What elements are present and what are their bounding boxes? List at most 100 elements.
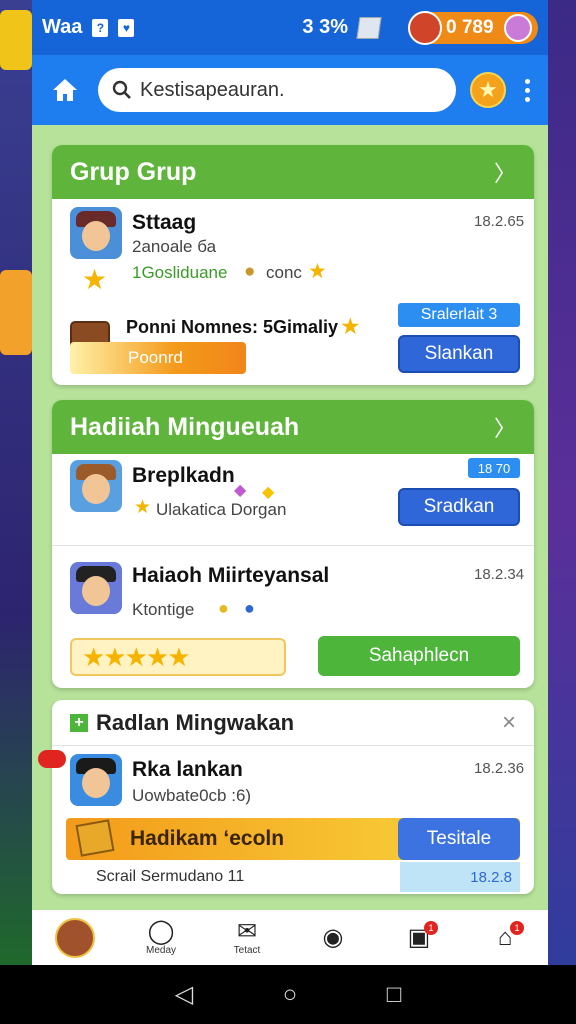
- gem-icon: ◆: [234, 482, 247, 499]
- item-subtitle: Ulakatica Dorgan: [156, 500, 287, 519]
- section-header[interactable]: Hadiiah Mingueuah 〉: [52, 400, 534, 454]
- divider: [52, 545, 534, 546]
- avatar: [70, 562, 122, 614]
- reward-text: Ponni Nomnes: 5Gimaliy: [126, 317, 339, 337]
- reward-progress-bar: Poonrd: [70, 342, 246, 374]
- star-icon: ★: [82, 264, 108, 295]
- status-box-icon: ?: [92, 18, 109, 37]
- status-text: Waa: [42, 16, 83, 38]
- nav-item-calendar[interactable]: ▣ 1: [376, 920, 462, 951]
- avatar[interactable]: [504, 13, 532, 42]
- notification-badge: 1: [510, 920, 524, 935]
- footer-text: Scrail Sermudano 11: [96, 868, 245, 885]
- glass-icon: [356, 16, 382, 39]
- nav-label: Meday: [145, 945, 176, 956]
- nav-item-camera[interactable]: ◉: [290, 923, 376, 951]
- item-name: Breplkadn: [132, 464, 235, 487]
- section-radlan: + Radlan Mingwakan × Rka lankan 18.2.36 …: [52, 700, 534, 894]
- kebab-icon[interactable]: [520, 78, 534, 102]
- avatar: [70, 754, 122, 806]
- star-icon: ★: [478, 77, 498, 102]
- avatar: [70, 460, 122, 512]
- plus-icon: +: [70, 713, 88, 732]
- recents-icon[interactable]: □: [387, 981, 402, 1009]
- item-time: 18.2.36: [474, 760, 525, 777]
- coin-text: conc: [266, 263, 302, 282]
- item-subtitle: 2anoale ба: [132, 237, 217, 256]
- claim-button[interactable]: Sahaphlecn: [318, 636, 520, 676]
- claim-button[interactable]: Slankan: [398, 335, 520, 373]
- section-title: Radlan Mingwakan: [96, 709, 295, 735]
- mail-icon: ✉: [236, 918, 258, 945]
- coin-value: 0 789: [446, 16, 494, 38]
- item-time: 18.2.65: [474, 213, 525, 230]
- claim-button[interactable]: Tesitale: [398, 818, 520, 860]
- status-badge: 18 70: [468, 458, 520, 478]
- star-icon: ★★★★★: [82, 641, 191, 672]
- back-icon[interactable]: ◁: [175, 980, 193, 1009]
- search-input[interactable]: Kestisapeauran.: [98, 68, 456, 112]
- background-left-edge: [0, 0, 32, 1024]
- footer-value: 18.2.8: [400, 862, 520, 892]
- item-time: 18.2.34: [474, 566, 525, 583]
- gem-icon: ◆: [262, 484, 275, 501]
- home-icon: [53, 79, 77, 101]
- background-app-tile: [0, 10, 32, 70]
- search-icon: [112, 80, 131, 99]
- heart-icon: ♥: [118, 18, 135, 37]
- background-app-tile: [0, 270, 32, 355]
- notification-dot: [38, 750, 66, 768]
- section-header[interactable]: Grup Grup 〉: [52, 145, 534, 199]
- bottom-nav: ◯ Meday ✉ Tetact ◉ ▣ 1 ⌂ 1: [32, 910, 548, 965]
- status-badge: Sralerlait 3: [398, 303, 520, 327]
- chevron-right-icon: 〉: [493, 416, 516, 441]
- section-title: Hadiiah Mingueuah: [70, 412, 300, 441]
- coin-icon: ●: [244, 261, 256, 282]
- info-icon: ●: [244, 598, 255, 618]
- item-subtitle: Uowbate0cb :6): [132, 786, 252, 805]
- claim-button[interactable]: Sradkan: [398, 488, 520, 526]
- item-name: Haiaoh Miirteyansal: [132, 564, 330, 587]
- notification-badge: 1: [424, 920, 438, 935]
- camera-icon: ◉: [322, 923, 344, 951]
- coin-icon: ●: [218, 598, 229, 618]
- app-window: Waa ? ♥ 3 3% 0 789 Kestisapeauran. ★ Gru…: [32, 0, 548, 965]
- system-navigation-bar: ◁ ○ □: [0, 965, 576, 1024]
- star-icon: ★: [134, 497, 152, 518]
- banner-text: Hadikam ‘ecoln: [130, 827, 285, 850]
- close-icon[interactable]: ×: [502, 709, 516, 737]
- status-bar: Waa ? ♥ 3 3% 0 789: [32, 0, 548, 55]
- favorites-button[interactable]: ★: [470, 72, 506, 108]
- coin-balance[interactable]: 0 789: [408, 10, 538, 45]
- toolbar: Kestisapeauran. ★: [32, 55, 548, 125]
- nav-item-store[interactable]: ⌂ 1: [462, 920, 548, 951]
- nav-label: Tetact: [233, 945, 261, 956]
- nav-item-meday[interactable]: ◯ Meday: [118, 918, 204, 957]
- avatar: [70, 207, 122, 259]
- footer-row: Scrail Sermudano 11 18.2.8: [66, 862, 520, 892]
- rating-stars: ★★★★★: [70, 638, 286, 676]
- item-name: Sttaag: [132, 211, 197, 234]
- star-icon: ★: [308, 260, 327, 283]
- item-name: Rka lankan: [132, 758, 243, 781]
- nav-item-profile[interactable]: [32, 917, 118, 958]
- home-circle-icon[interactable]: ○: [283, 981, 298, 1009]
- star-icon: ★: [340, 313, 361, 339]
- runner-icon: ◯: [147, 918, 175, 945]
- progress-label: Poonrd: [128, 348, 183, 367]
- section-hadiah-mingguan: Hadiiah Mingueuah 〉 Breplkadn ◆ ◆ ★ Ulak…: [52, 400, 534, 688]
- section-header: + Radlan Mingwakan ×: [52, 700, 534, 746]
- signal-text: 3 3%: [302, 16, 348, 38]
- avatar: [55, 917, 95, 958]
- item-detail: 1Gosliduane: [132, 263, 228, 282]
- search-placeholder: Kestisapeauran.: [140, 78, 285, 101]
- nav-item-tetact[interactable]: ✉ Tetact: [204, 918, 290, 957]
- chevron-right-icon: 〉: [493, 161, 516, 186]
- home-button[interactable]: [46, 71, 84, 109]
- player-icon: [408, 10, 442, 45]
- background-right-edge: [548, 0, 576, 1024]
- chest-icon: [75, 819, 115, 857]
- section-grup: Grup Grup 〉 Sttaag 18.2.65 2anoale ба ★ …: [52, 145, 534, 385]
- section-title: Grup Grup: [70, 157, 197, 186]
- item-subtitle: Ktontige: [132, 600, 195, 619]
